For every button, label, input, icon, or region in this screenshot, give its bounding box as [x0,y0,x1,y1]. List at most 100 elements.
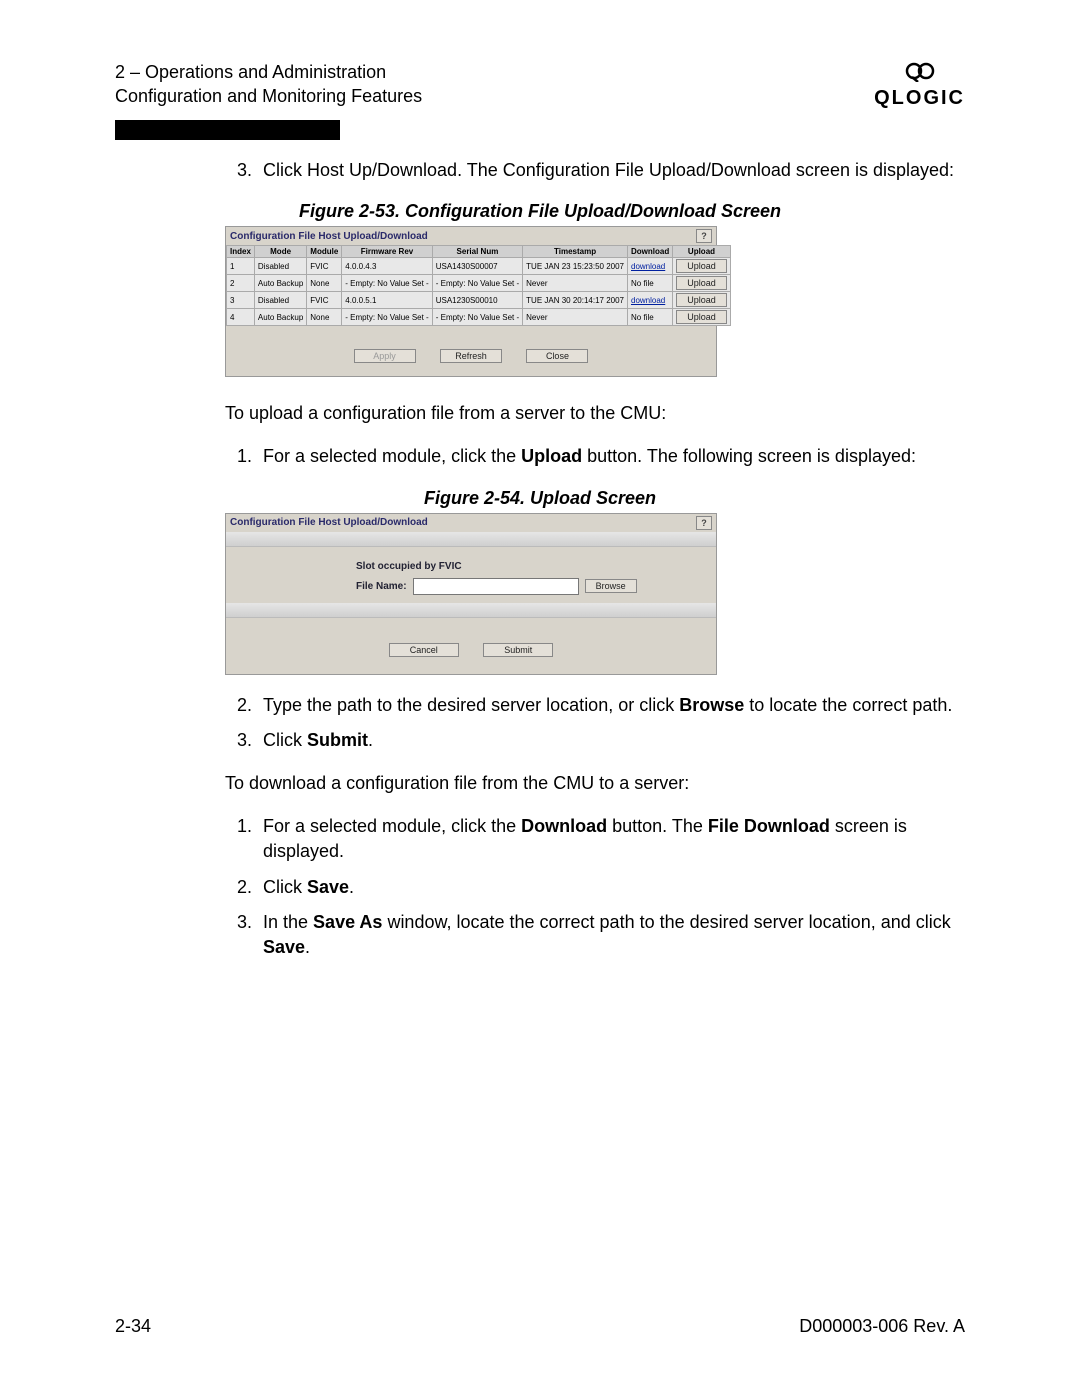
cell: 3 [227,292,255,309]
upload-button[interactable]: Upload [676,259,727,273]
cell: download [628,292,673,309]
download-step-1: For a selected module, click the Downloa… [257,814,965,864]
cancel-button[interactable]: Cancel [389,643,459,657]
step-3-hostupdownload: Click Host Up/Download. The Configuratio… [257,158,965,183]
table-row: 3 Disabled FVIC 4.0.0.5.1 USA1230S00010 … [227,292,731,309]
upload-button[interactable]: Upload [676,293,727,307]
cell: USA1430S00007 [432,258,522,275]
apply-button[interactable]: Apply [354,349,416,363]
text: Click [263,877,307,897]
figure-2-53-caption: Figure 2-53. Configuration File Upload/D… [115,201,965,222]
text: Click [263,730,307,750]
refresh-button[interactable]: Refresh [440,349,502,363]
cell: 1 [227,258,255,275]
col-fw: Firmware Rev [342,246,432,258]
cell: Disabled [254,292,306,309]
qlogic-logo-icon [874,60,965,87]
fig53-title: Configuration File Host Upload/Download [230,231,428,242]
cell: 4 [227,309,255,326]
qlogic-brand-text: QLOGIC [874,87,965,109]
doc-revision: D000003-006 Rev. A [799,1316,965,1337]
text-bold: Download [521,816,607,836]
fig54-title: Configuration File Host Upload/Download [230,517,428,528]
cell: download [628,258,673,275]
text: . [349,877,354,897]
submit-button[interactable]: Submit [483,643,553,657]
upload-button[interactable]: Upload [676,310,727,324]
cell: - Empty: No Value Set - [342,275,432,292]
text: For a selected module, click the [263,816,521,836]
cell: Never [523,275,628,292]
cell: FVIC [307,292,342,309]
download-intro: To download a configuration file from th… [225,771,965,796]
cell: Auto Backup [254,275,306,292]
cell: Never [523,309,628,326]
col-sn: Serial Num [432,246,522,258]
cell: USA1230S00010 [432,292,522,309]
gradient-bar [226,603,716,618]
text: For a selected module, click the [263,446,521,466]
cell: - Empty: No Value Set - [342,309,432,326]
cell: Upload [673,258,731,275]
text: . [305,937,310,957]
cell: Upload [673,275,731,292]
cell: TUE JAN 23 15:23:50 2007 [523,258,628,275]
file-name-input[interactable] [413,578,579,595]
cell: Disabled [254,258,306,275]
cell: No file [628,275,673,292]
help-icon[interactable]: ? [696,516,712,530]
text-bold: Upload [521,446,582,466]
download-link[interactable]: download [631,262,665,271]
text-bold: Submit [307,730,368,750]
text: Type the path to the desired server loca… [263,695,679,715]
col-ul: Upload [673,246,731,258]
text: In the [263,912,313,932]
config-table: Index Mode Module Firmware Rev Serial Nu… [226,245,731,326]
cell: 4.0.0.4.3 [342,258,432,275]
cell: 2 [227,275,255,292]
text: button. The following screen is displaye… [582,446,916,466]
cell: None [307,275,342,292]
cell: FVIC [307,258,342,275]
cell: Upload [673,292,731,309]
cell: TUE JAN 30 20:14:17 2007 [523,292,628,309]
text-bold: Save As [313,912,382,932]
gradient-bar [226,532,716,547]
cell: Auto Backup [254,309,306,326]
col-dl: Download [628,246,673,258]
header-right: QLOGIC [874,60,965,110]
table-row: 2 Auto Backup None - Empty: No Value Set… [227,275,731,292]
cell: 4.0.0.5.1 [342,292,432,309]
text: button. The [607,816,708,836]
text: . [368,730,373,750]
cell: - Empty: No Value Set - [432,275,522,292]
figure-2-54: Configuration File Host Upload/Download … [225,513,717,675]
close-button[interactable]: Close [526,349,588,363]
page-header: 2 – Operations and Administration Config… [115,60,965,110]
text-bold: Browse [679,695,744,715]
cell: No file [628,309,673,326]
help-icon[interactable]: ? [696,229,712,243]
browse-button[interactable]: Browse [585,579,637,593]
download-step-3: In the Save As window, locate the correc… [257,910,965,960]
text: window, locate the correct path to the d… [382,912,950,932]
header-line1: 2 – Operations and Administration [115,60,422,84]
upload-button[interactable]: Upload [676,276,727,290]
table-row: 1 Disabled FVIC 4.0.0.4.3 USA1430S00007 … [227,258,731,275]
download-link[interactable]: download [631,296,665,305]
table-row: 4 Auto Backup None - Empty: No Value Set… [227,309,731,326]
col-index: Index [227,246,255,258]
text-bold: Save [263,937,305,957]
upload-step-2: Type the path to the desired server loca… [257,693,965,718]
text-bold: File Download [708,816,830,836]
upload-step-1: For a selected module, click the Upload … [257,444,965,469]
header-left: 2 – Operations and Administration Config… [115,60,422,109]
cell: - Empty: No Value Set - [432,309,522,326]
text-bold: Save [307,877,349,897]
col-ts: Timestamp [523,246,628,258]
col-mode: Mode [254,246,306,258]
text: to locate the correct path. [744,695,952,715]
cell: Upload [673,309,731,326]
download-step-2: Click Save. [257,875,965,900]
col-module: Module [307,246,342,258]
